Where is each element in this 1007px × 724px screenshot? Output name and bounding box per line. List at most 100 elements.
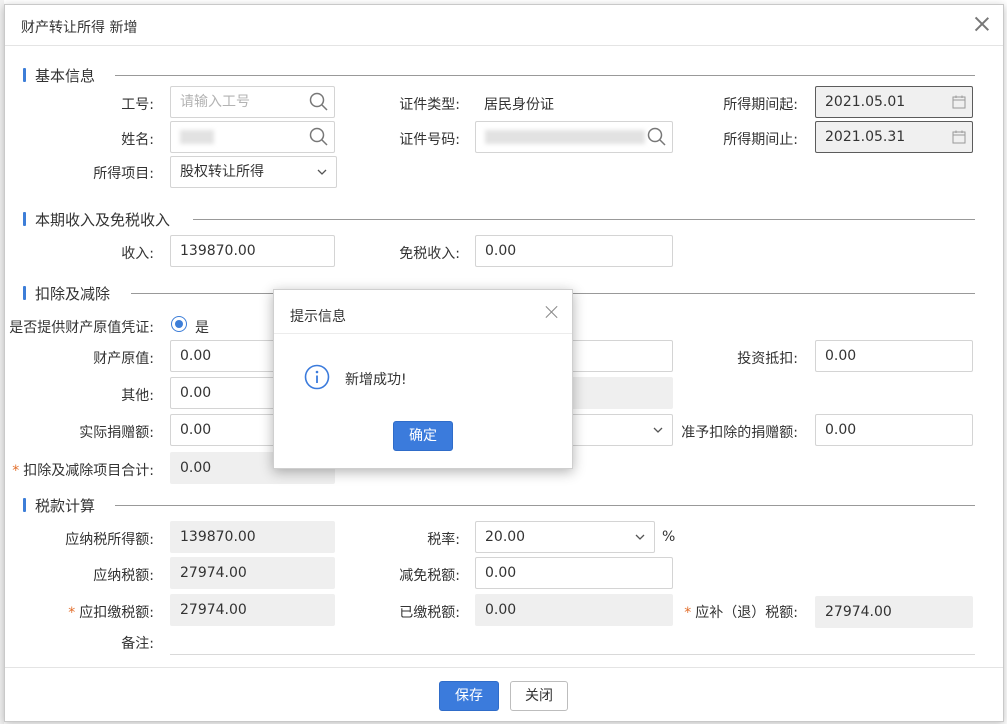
income-item-select[interactable]: 股权转让所得: [170, 156, 337, 188]
section-divider: [115, 75, 975, 76]
period-start-input[interactable]: 2021.05.01: [815, 86, 973, 118]
search-icon[interactable]: [308, 126, 330, 148]
required-asterisk: *: [68, 605, 76, 621]
original-value-label: 财产原值:: [93, 351, 154, 367]
allowed-donation-input[interactable]: 0.00: [815, 414, 973, 446]
tax-relief-label: 减免税额:: [399, 568, 460, 584]
popup-message: 新增成功!: [345, 372, 407, 388]
provide-voucher-radio-yes[interactable]: [171, 316, 187, 332]
name-label: 姓名:: [121, 132, 154, 148]
provide-voucher-option: 是: [195, 320, 209, 336]
paid-tax-label: 已缴税额:: [399, 605, 460, 621]
withhold-tax-text: 应扣缴税额:: [79, 605, 154, 621]
remark-label: 备注:: [121, 636, 154, 652]
taxable-income-label: 应纳税所得额:: [65, 532, 154, 548]
dialog-close-icon[interactable]: [973, 15, 991, 33]
income-value: 139870.00: [180, 243, 256, 259]
popup-title: 提示信息: [290, 309, 346, 325]
provide-voucher-label: 是否提供财产原值凭证:: [9, 320, 154, 336]
tax-relief-input[interactable]: 0.00: [475, 557, 673, 589]
cert-no-input[interactable]: [475, 121, 673, 153]
donation-label: 实际捐赠额:: [79, 425, 154, 441]
refund-tax-readonly: 27974.00: [815, 596, 973, 628]
withhold-tax-readonly: 27974.00: [170, 594, 335, 626]
period-end-label: 所得期间止:: [723, 132, 798, 148]
name-input[interactable]: [170, 121, 335, 153]
section-basic-info: 基本信息: [23, 65, 975, 85]
section-title: 税款计算: [35, 497, 96, 515]
withhold-tax-label: * 应扣缴税额:: [68, 602, 154, 622]
period-start-value: 2021.05.01: [825, 94, 906, 110]
allowed-donation-value: 0.00: [825, 422, 857, 438]
paid-tax-readonly: 0.00: [475, 594, 673, 626]
section-divider: [193, 219, 975, 220]
section-income: 本期收入及免税收入: [23, 209, 975, 229]
exempt-income-label: 免税收入:: [399, 246, 460, 262]
tax-rate-select[interactable]: 20.00: [475, 521, 655, 553]
investment-deduction-input[interactable]: 0.00: [815, 340, 973, 372]
chevron-down-icon: [653, 427, 663, 433]
emp-id-placeholder: 请输入工号: [180, 94, 250, 110]
section-marker: [23, 498, 26, 512]
section-marker: [23, 286, 26, 300]
title-divider: [5, 45, 1003, 46]
cert-type-label: 证件类型:: [399, 97, 460, 113]
tax-rate-value: 20.00: [485, 529, 526, 545]
deduction-total-label: * 扣除及减除项目合计:: [12, 460, 154, 480]
redacted-name: [180, 130, 214, 144]
tax-rate-unit: %: [662, 529, 676, 545]
taxable-income-readonly: 139870.00: [170, 521, 335, 553]
refund-tax-value: 27974.00: [825, 604, 892, 620]
paid-tax-value: 0.00: [485, 602, 517, 618]
tax-payable-value: 27974.00: [180, 565, 247, 581]
exempt-income-input[interactable]: 0.00: [475, 235, 673, 267]
income-item-label: 所得项目:: [93, 166, 154, 182]
income-label: 收入:: [121, 246, 154, 262]
section-title: 本期收入及免税收入: [35, 211, 171, 229]
save-button[interactable]: 保存: [439, 681, 499, 711]
deduction-total-value: 0.00: [180, 460, 212, 476]
period-start-label: 所得期间起:: [723, 97, 798, 113]
info-icon: [304, 364, 330, 390]
exempt-income-value: 0.00: [485, 243, 517, 259]
emp-id-label: 工号:: [121, 97, 154, 113]
popup-close-icon[interactable]: [544, 304, 560, 320]
required-asterisk: *: [684, 605, 692, 621]
investment-deduction-label: 投资抵扣:: [737, 351, 798, 367]
original-value: 0.00: [180, 348, 212, 364]
calendar-icon[interactable]: [952, 95, 966, 109]
remark-input[interactable]: [170, 654, 975, 655]
required-asterisk: *: [12, 463, 20, 479]
chevron-down-icon: [635, 534, 645, 540]
section-marker: [23, 68, 26, 82]
section-tax: 税款计算: [23, 495, 975, 515]
income-input[interactable]: 139870.00: [170, 235, 335, 267]
close-button[interactable]: 关闭: [510, 681, 568, 711]
period-end-input[interactable]: 2021.05.31: [815, 121, 973, 153]
donation-value: 0.00: [180, 422, 212, 438]
income-item-value: 股权转让所得: [180, 164, 264, 180]
other-label: 其他:: [121, 388, 154, 404]
section-title: 基本信息: [35, 67, 96, 85]
footer-divider: [5, 667, 1003, 668]
investment-deduction-value: 0.00: [825, 348, 857, 364]
cert-type-value: 居民身份证: [484, 97, 554, 113]
confirm-button[interactable]: 确定: [393, 421, 453, 451]
tax-payable-readonly: 27974.00: [170, 557, 335, 589]
emp-id-input[interactable]: 请输入工号: [170, 86, 335, 118]
search-icon[interactable]: [646, 126, 668, 148]
allowed-donation-label: 准予扣除的捐赠额:: [681, 425, 798, 441]
other-value: 0.00: [180, 385, 212, 401]
search-icon[interactable]: [308, 91, 330, 113]
calendar-icon[interactable]: [952, 130, 966, 144]
tax-relief-value: 0.00: [485, 565, 517, 581]
popup-title-divider: [274, 333, 572, 334]
cert-no-label: 证件号码:: [399, 132, 460, 148]
deduction-total-text: 扣除及减除项目合计:: [23, 463, 154, 479]
chevron-down-icon: [317, 169, 327, 175]
info-popup: 提示信息 新增成功! 确定: [273, 289, 573, 469]
redacted-cert-no: [485, 130, 645, 144]
section-divider: [115, 505, 975, 506]
section-marker: [23, 212, 26, 226]
tax-rate-label: 税率:: [427, 532, 460, 548]
